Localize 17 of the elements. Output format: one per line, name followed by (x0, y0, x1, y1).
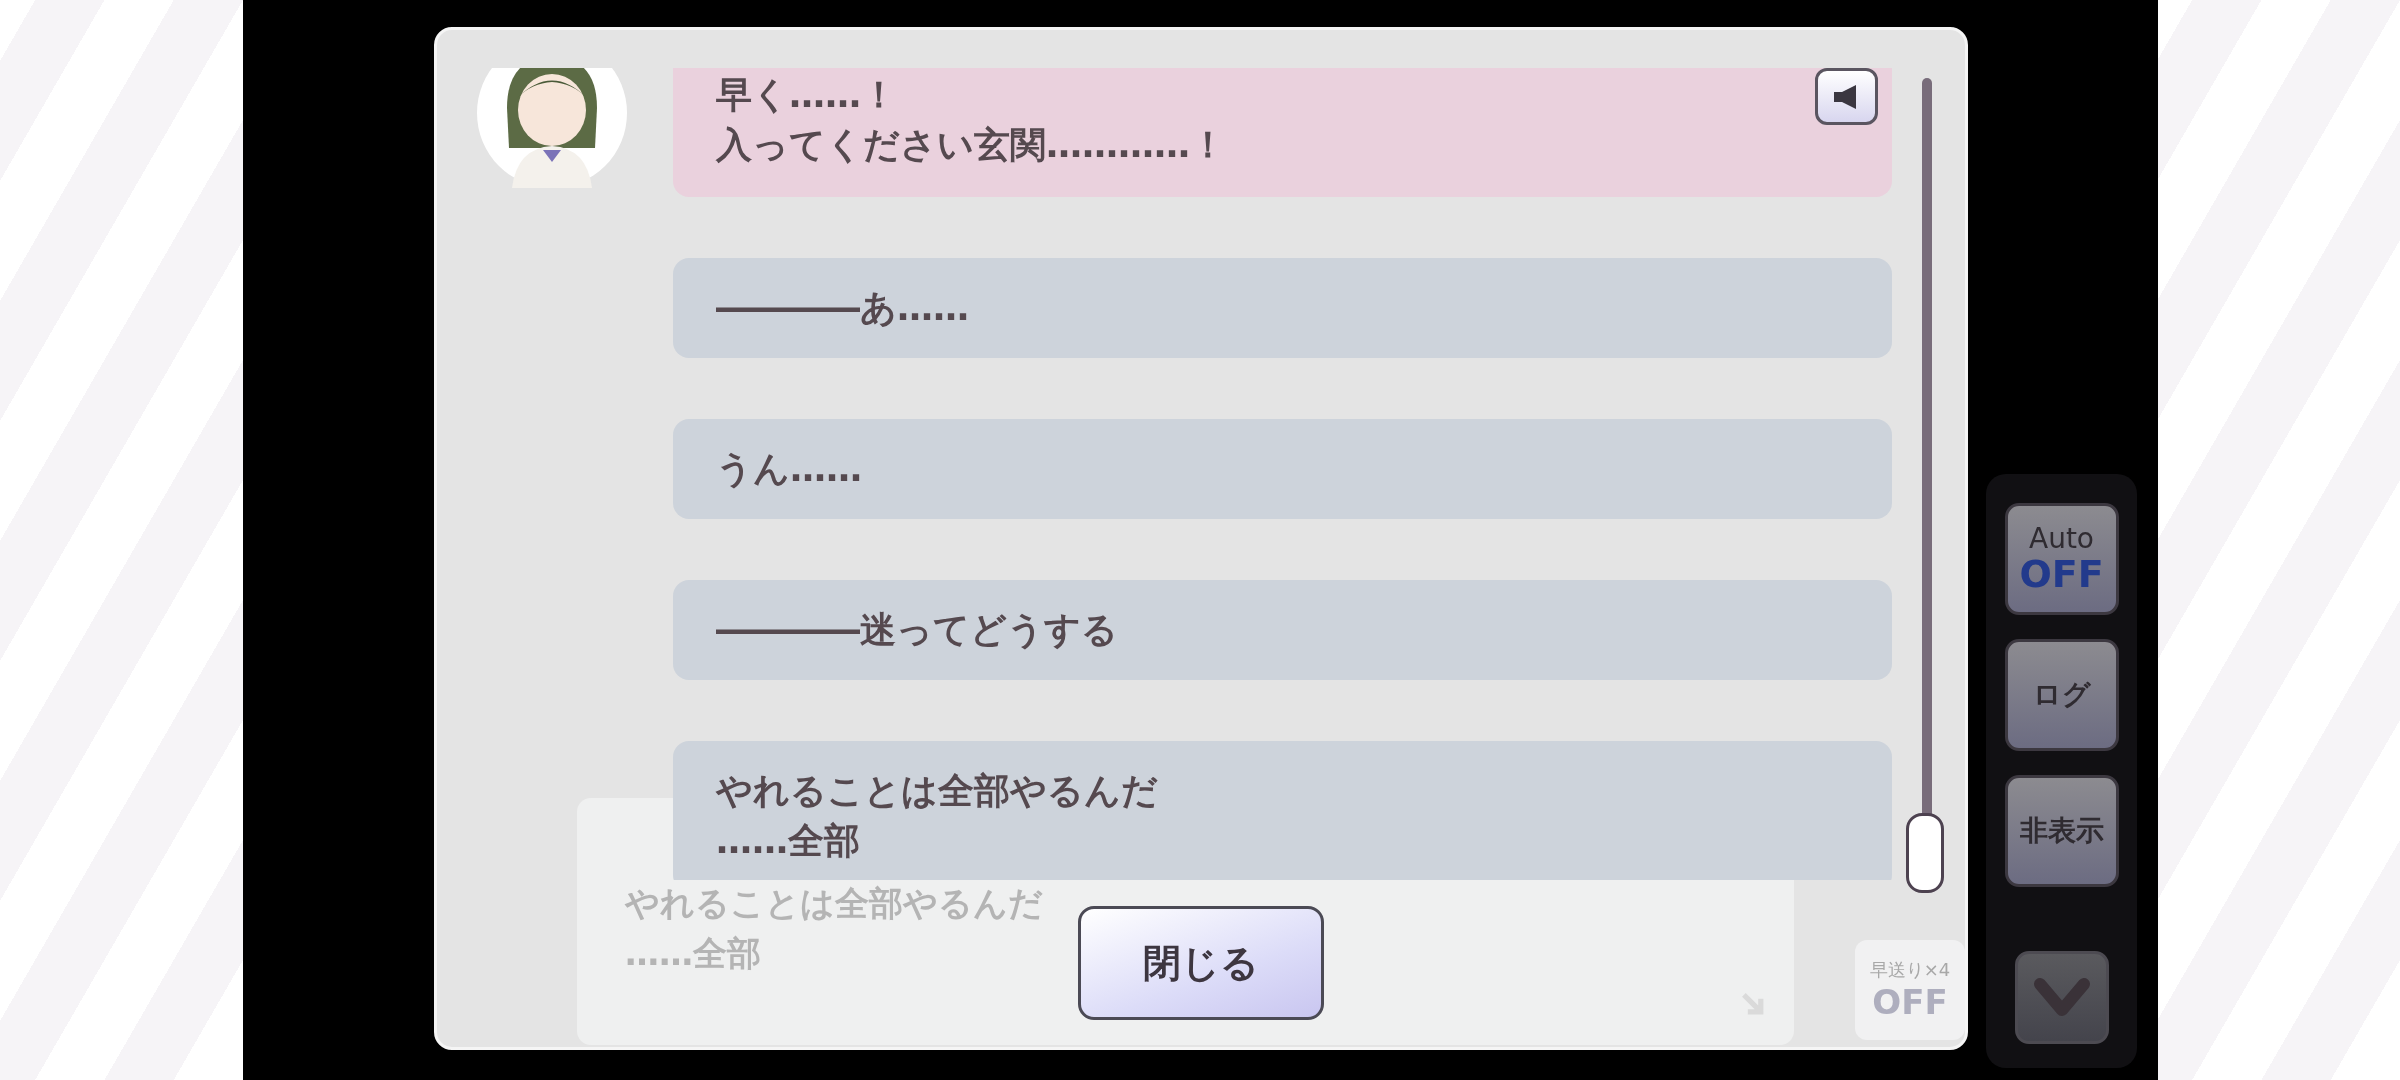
speaker-button[interactable] (1815, 68, 1878, 125)
fast-forward-button[interactable]: 早送り×4 OFF (1855, 940, 1965, 1040)
message-text: ――――あ…… (716, 286, 969, 330)
message-text: うん…… (716, 447, 862, 491)
message-text: ――――迷ってどうする (716, 608, 1118, 652)
side-button[interactable]: ログ (2004, 639, 2119, 751)
side-button[interactable]: 非表示 (2004, 775, 2119, 887)
collapse-button[interactable] (2014, 951, 2109, 1044)
message-text: ……全部 (716, 819, 860, 863)
close-button[interactable]: 閉じる (1078, 906, 1324, 1020)
message-text: 早く……！ (716, 73, 897, 117)
message-text: やれることは全部やるんだ (625, 882, 1043, 925)
message-text: やれることは全部やるんだ (716, 769, 1158, 813)
message-text: ……全部 (625, 932, 761, 975)
scrollbar-thumb[interactable] (1906, 813, 1944, 893)
auto-button[interactable]: Auto OFF (2004, 503, 2119, 615)
message-text: 入ってください玄関…………！ (716, 123, 1226, 167)
